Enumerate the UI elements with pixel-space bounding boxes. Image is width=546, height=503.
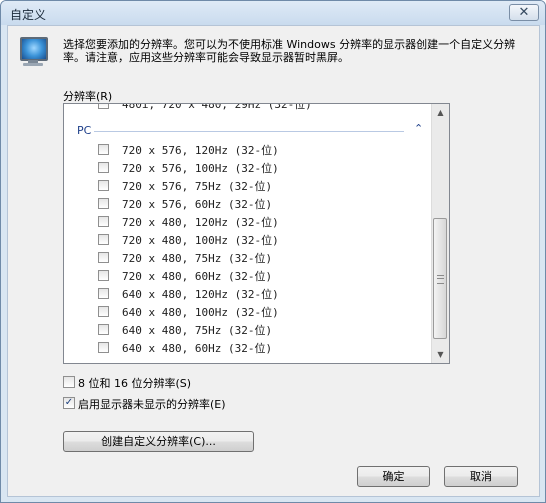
list-item[interactable]: 640 x 480, 100Hz (32-位)	[64, 303, 430, 321]
list-item-label: 720 x 576, 75Hz (32-位)	[122, 180, 273, 193]
custom-resolution-dialog: 自定义 ✕ 选择您要添加的分辨率。您可以为不使用标准 Windows 分辨率的显…	[0, 0, 546, 503]
chevron-up-icon[interactable]: ⌃	[414, 122, 423, 135]
resolution-label: 分辨率(R)	[63, 90, 113, 103]
list-item-label: 720 x 576, 120Hz (32-位)	[122, 144, 279, 157]
list-item-label: 720 x 480, 100Hz (32-位)	[122, 234, 279, 247]
grip-icon	[437, 275, 444, 284]
bit-depth-label[interactable]: 8 位和 16 位分辨率(S)	[78, 375, 191, 391]
ok-button[interactable]: 确定	[357, 466, 430, 487]
scroll-down-button[interactable]: ▼	[432, 346, 449, 363]
checkbox[interactable]	[98, 252, 109, 263]
hidden-modes-label[interactable]: 启用显示器未显示的分辨率(E)	[78, 396, 226, 412]
checkbox[interactable]	[98, 306, 109, 317]
list-item[interactable]: 720 x 576, 100Hz (32-位)	[64, 159, 430, 177]
checkbox[interactable]	[98, 270, 109, 281]
close-button[interactable]: ✕	[509, 4, 539, 21]
list-item-label: 480i, 720 x 480, 29Hz (32-位)	[122, 103, 312, 111]
list-item[interactable]: 720 x 576, 60Hz (32-位)	[64, 195, 430, 213]
list-item-label: 640 x 480, 60Hz (32-位)	[122, 342, 273, 355]
create-custom-resolution-button[interactable]: 创建自定义分辨率(C)...	[63, 431, 254, 452]
checkbox[interactable]	[98, 144, 109, 155]
group-divider	[94, 131, 404, 132]
scroll-up-button[interactable]: ▲	[432, 104, 449, 121]
list-item[interactable]: 720 x 480, 100Hz (32-位)	[64, 231, 430, 249]
list-item[interactable]: 720 x 480, 60Hz (32-位)	[64, 267, 430, 285]
vertical-scrollbar[interactable]: ▲ ▼	[431, 104, 449, 363]
dialog-description: 选择您要添加的分辨率。您可以为不使用标准 Windows 分辨率的显示器创建一个…	[63, 38, 516, 64]
list-item-partial[interactable]: 480i, 720 x 480, 29Hz (32-位)	[64, 103, 430, 113]
checkbox[interactable]	[98, 342, 109, 353]
dialog-client-area: 选择您要添加的分辨率。您可以为不使用标准 Windows 分辨率的显示器创建一个…	[7, 25, 540, 497]
monitor-icon	[18, 36, 48, 68]
list-item[interactable]: 640 x 480, 60Hz (32-位)	[64, 339, 430, 357]
list-item[interactable]: 720 x 576, 75Hz (32-位)	[64, 177, 430, 195]
checkbox[interactable]	[98, 162, 109, 173]
list-item[interactable]: 720 x 480, 120Hz (32-位)	[64, 213, 430, 231]
cancel-button[interactable]: 取消	[444, 466, 518, 487]
group-header-pc[interactable]: PC ⌃	[64, 122, 430, 140]
group-name: PC	[77, 124, 92, 137]
list-item-label: 640 x 480, 100Hz (32-位)	[122, 306, 279, 319]
checkbox[interactable]	[98, 234, 109, 245]
bit-depth-checkbox[interactable]	[63, 376, 75, 388]
list-item-label: 720 x 480, 75Hz (32-位)	[122, 252, 273, 265]
list-item[interactable]: 720 x 480, 75Hz (32-位)	[64, 249, 430, 267]
list-item-label: 720 x 576, 60Hz (32-位)	[122, 198, 273, 211]
checkbox[interactable]	[98, 198, 109, 209]
list-item-label: 640 x 480, 75Hz (32-位)	[122, 324, 273, 337]
list-item-label: 720 x 480, 60Hz (32-位)	[122, 270, 273, 283]
list-item[interactable]: 720 x 576, 120Hz (32-位)	[64, 141, 430, 159]
resolution-listbox[interactable]: 480i, 720 x 480, 29Hz (32-位) PC ⌃ 720 x …	[63, 103, 450, 364]
list-item-label: 720 x 480, 120Hz (32-位)	[122, 216, 279, 229]
checkbox[interactable]	[98, 288, 109, 299]
scrollbar-thumb[interactable]	[433, 218, 447, 339]
hidden-modes-checkbox[interactable]: ✓	[63, 397, 75, 409]
checkbox[interactable]	[98, 216, 109, 227]
list-item[interactable]: 640 x 480, 120Hz (32-位)	[64, 285, 430, 303]
title-bar[interactable]: 自定义 ✕	[1, 1, 545, 25]
list-item-label: 720 x 576, 100Hz (32-位)	[122, 162, 279, 175]
list-item-label: 640 x 480, 120Hz (32-位)	[122, 288, 279, 301]
checkbox[interactable]	[98, 324, 109, 335]
checkbox[interactable]	[98, 104, 109, 109]
list-item[interactable]: 640 x 480, 75Hz (32-位)	[64, 321, 430, 339]
checkbox[interactable]	[98, 180, 109, 191]
window-title: 自定义	[10, 8, 47, 22]
